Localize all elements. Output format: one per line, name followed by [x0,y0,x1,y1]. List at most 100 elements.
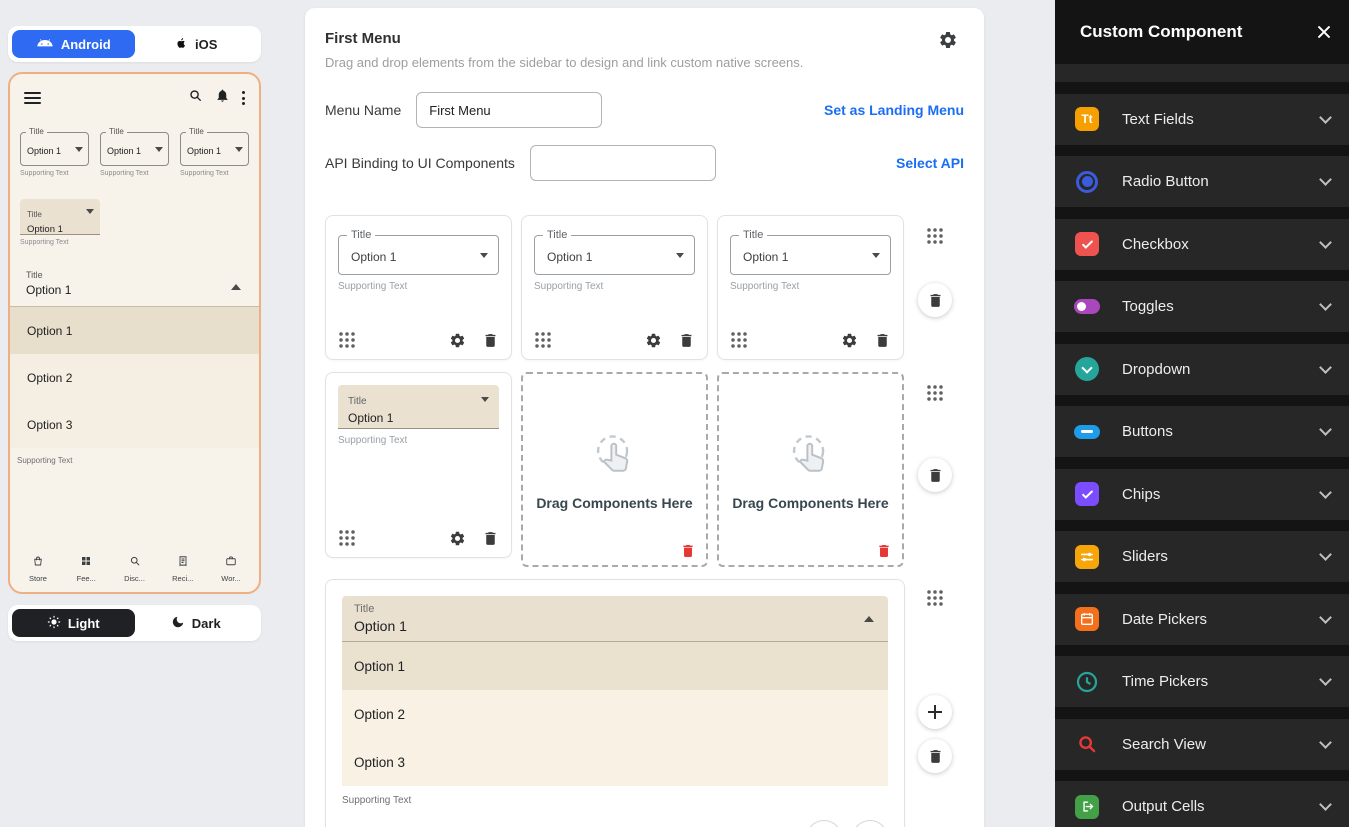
drag-handle[interactable] [730,331,748,349]
delete-row-button[interactable] [918,739,952,773]
category-label: Sliders [1122,548,1168,565]
search-icon [129,554,141,572]
dropdown-component-card[interactable]: Title Option 1 Supporting Text [325,215,512,360]
component-category-checkbox[interactable]: Checkbox [1055,219,1349,270]
chevron-down-icon [481,397,489,402]
dropdown-field[interactable]: Title Option 1 [534,235,695,275]
delete-icon[interactable] [482,332,499,349]
category-label: Output Cells [1122,798,1205,815]
grid-icon [80,554,92,572]
dark-theme-button[interactable]: Dark [135,609,258,637]
search-icon[interactable] [188,88,203,108]
dropdown-component-card[interactable]: Title Option 1 Supporting Text [521,215,708,360]
bell-icon[interactable] [215,88,230,108]
preview-dropdown[interactable]: Title Option 1 Supporting Text [100,132,169,177]
drop-zone[interactable]: Drag Components Here [521,372,708,567]
dropdown-option[interactable]: Option 3 [342,738,888,786]
expanded-dropdown-header[interactable]: Title Option 1 [342,596,888,642]
nav-item-reci[interactable]: Reci... [163,554,203,583]
component-category-text-fields[interactable]: Tt Text Fields [1055,94,1349,145]
delete-icon[interactable] [678,332,695,349]
close-icon[interactable] [1315,23,1333,41]
checkbox-icon [1074,231,1100,257]
component-category-partial[interactable] [1055,64,1349,82]
row-drag-handle[interactable] [926,384,944,402]
expanded-dropdown-header[interactable]: Title Option 1 [10,266,259,307]
component-category-sliders[interactable]: Sliders [1055,531,1349,582]
add-row-button[interactable] [918,695,952,729]
dropdown-field[interactable]: Title Option 1 [338,235,499,275]
nav-item-wor[interactable]: Wor... [211,554,251,583]
nav-item-fee[interactable]: Fee... [66,554,106,583]
toggle-icon [1074,294,1100,320]
android-tab[interactable]: Android [12,30,135,58]
dropdown-option[interactable]: Option 2 [10,354,259,401]
dropdown-value: Option 1 [348,411,489,425]
settings-icon[interactable] [938,30,958,50]
delete-row-button[interactable] [918,283,952,317]
chevron-down-icon [235,147,243,152]
row-drag-handle[interactable] [926,589,944,607]
supporting-text: Supporting Text [342,795,888,806]
settings-icon[interactable] [449,332,466,349]
select-api-link[interactable]: Select API [896,155,964,171]
delete-icon[interactable] [482,530,499,547]
settings-icon[interactable] [645,332,662,349]
supporting-text: Supporting Text [730,281,891,292]
delete-row-button[interactable] [918,458,952,492]
dropdown-option[interactable]: Option 2 [342,690,888,738]
dropdown-field[interactable]: Title Option 1 [338,385,499,429]
component-category-chips[interactable]: Chips [1055,469,1349,520]
dropdown-option[interactable]: Option 1 [342,642,888,690]
drop-zone[interactable]: Drag Components Here [717,372,904,567]
nav-item-disc[interactable]: Disc... [115,554,155,583]
component-category-radio-button[interactable]: Radio Button [1055,156,1349,207]
preview-dropdown[interactable]: Title Option 1 Supporting Text [180,132,249,177]
delete-icon[interactable] [874,332,891,349]
moon-icon [171,615,185,632]
component-category-search-view[interactable]: Search View [1055,719,1349,770]
component-category-time-pickers[interactable]: Time Pickers [1055,656,1349,707]
sliders-icon [1074,544,1100,570]
ios-tab[interactable]: iOS [135,30,258,58]
more-options-icon[interactable] [242,91,245,105]
dropdown-component-card[interactable]: Title Option 1 Supporting Text [325,372,512,558]
component-category-date-pickers[interactable]: Date Pickers [1055,594,1349,645]
preview-filled-dropdown[interactable]: Title Option 1 Supporting Text [20,199,100,246]
component-category-output-cells[interactable]: Output Cells [1055,781,1349,827]
settings-button[interactable] [806,820,842,827]
expanded-dropdown-card[interactable]: Title Option 1 Option 1 Option 2 Option … [325,579,905,827]
settings-icon[interactable] [449,530,466,547]
sun-icon [47,615,61,632]
settings-icon[interactable] [841,332,858,349]
dropdown-value: Option 1 [27,224,93,235]
delete-icon[interactable] [680,543,696,559]
chevron-down-icon [1319,236,1332,249]
dropdown-option[interactable]: Option 1 [10,307,259,354]
preview-dropdown[interactable]: Title Option 1 Supporting Text [20,132,89,177]
component-category-buttons[interactable]: Buttons [1055,406,1349,457]
row-drag-handle[interactable] [926,227,944,245]
drag-handle[interactable] [338,529,356,547]
delete-icon[interactable] [876,543,892,559]
nav-item-store[interactable]: Store [18,554,58,583]
delete-button[interactable] [852,820,888,827]
set-landing-menu-link[interactable]: Set as Landing Menu [824,102,964,118]
dropdown-field[interactable]: Title Option 1 [730,235,891,275]
menu-name-input[interactable] [416,92,602,128]
component-category-dropdown[interactable]: Dropdown [1055,344,1349,395]
radio-button-icon [1074,169,1100,195]
dropdown-label: Title [354,603,876,615]
dropdown-label: Title [106,127,127,136]
api-binding-input[interactable] [530,145,716,181]
dropdown-component-card[interactable]: Title Option 1 Supporting Text [717,215,904,360]
drag-handle[interactable] [534,331,552,349]
light-theme-label: Light [68,616,100,631]
briefcase-icon [225,554,237,572]
storefront-icon [32,554,44,572]
menu-icon[interactable] [24,92,41,104]
dropdown-option[interactable]: Option 3 [10,401,259,448]
drag-handle[interactable] [338,331,356,349]
component-category-toggles[interactable]: Toggles [1055,281,1349,332]
light-theme-button[interactable]: Light [12,609,135,637]
